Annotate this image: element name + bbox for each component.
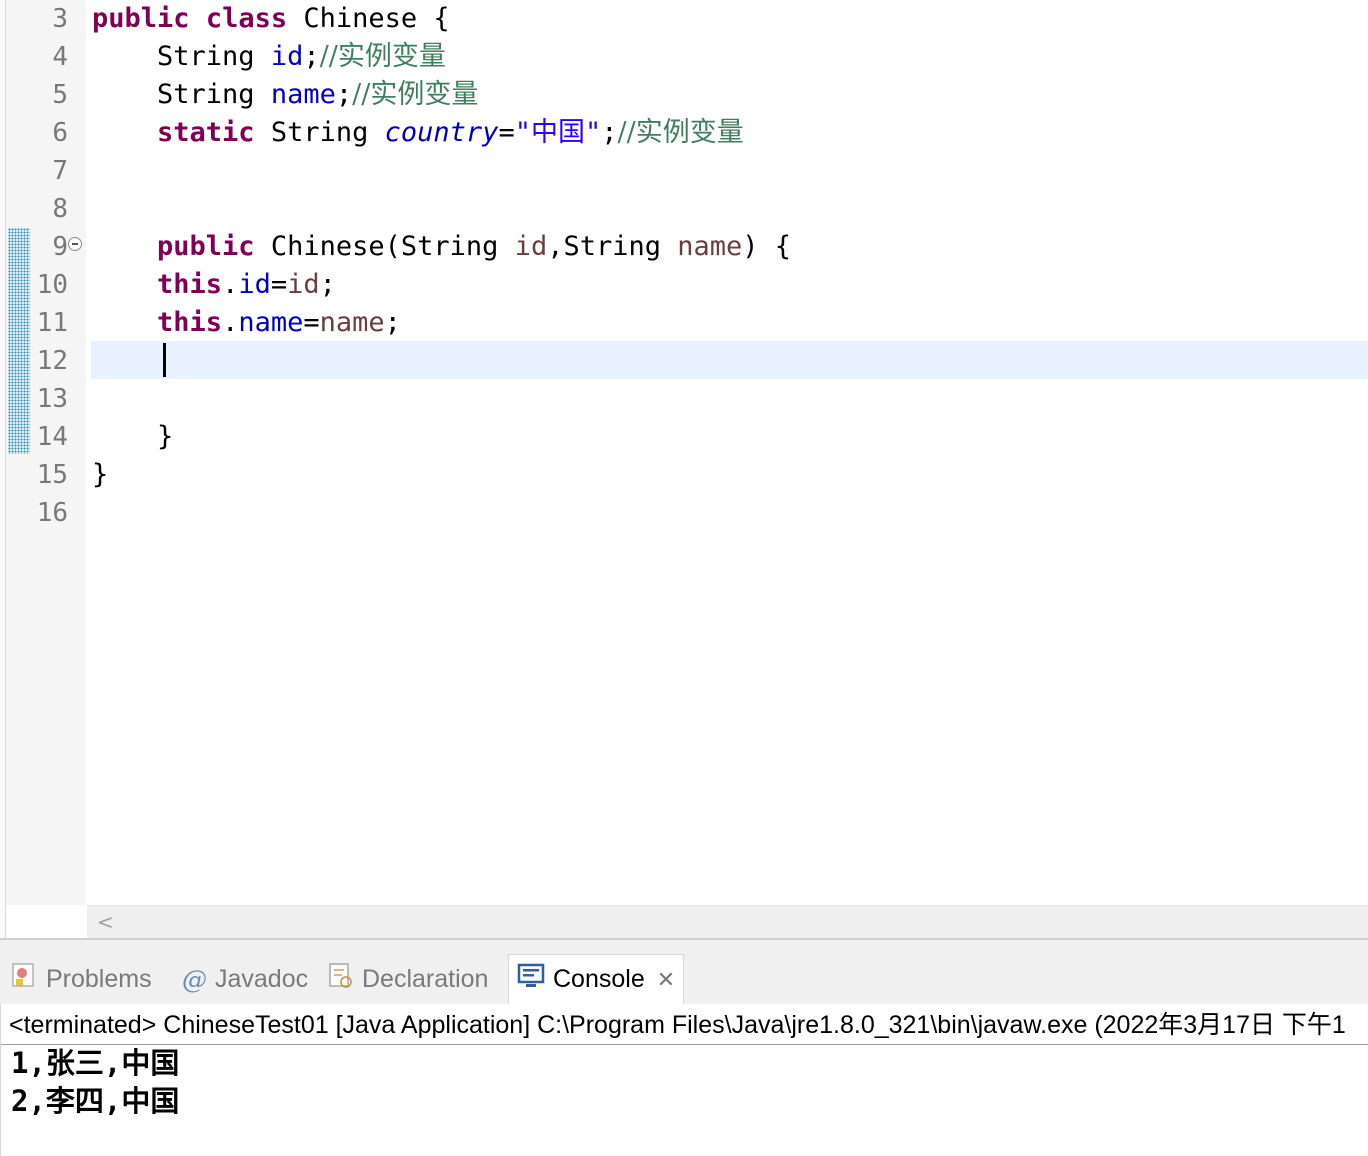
brace: ) { xyxy=(742,231,792,262)
collapse-fold-icon[interactable] xyxy=(68,237,82,251)
brace: } xyxy=(157,421,174,452)
semicolon: ; xyxy=(601,117,618,148)
declaration-icon xyxy=(328,962,354,997)
scroll-left-icon[interactable]: < xyxy=(97,906,114,938)
tab-label: Problems xyxy=(46,964,152,993)
field-name: name xyxy=(270,79,336,110)
close-icon[interactable]: ✕ xyxy=(657,967,675,993)
line-number: 7 xyxy=(52,156,68,186)
type-name: String xyxy=(157,79,255,110)
keyword: public xyxy=(157,231,255,262)
current-line-highlight xyxy=(91,341,1368,379)
semicolon: ; xyxy=(303,41,320,72)
code-line-10[interactable]: this.id=id; xyxy=(92,266,336,304)
console-output-line: 2,李四,中国 xyxy=(11,1084,180,1118)
line-number: 4 xyxy=(52,42,68,72)
class-name: Chinese xyxy=(303,3,418,34)
line-number: 6 xyxy=(52,118,68,148)
constructor-signature: Chinese(String xyxy=(270,231,499,262)
parameter-name: id xyxy=(514,231,548,262)
semicolon: ; xyxy=(335,79,353,110)
line-number: 13 xyxy=(36,384,68,414)
line-number: 8 xyxy=(52,194,68,224)
line-number: 11 xyxy=(36,308,68,338)
keyword: static xyxy=(157,117,255,148)
divider xyxy=(1,1044,1368,1045)
parameter-name: name xyxy=(677,231,743,262)
keyword: public xyxy=(92,3,190,34)
keyword: this xyxy=(157,307,223,338)
semicolon: ; xyxy=(384,307,401,338)
line-number: 9 xyxy=(52,232,68,262)
panel-separator[interactable] xyxy=(0,940,1368,954)
horizontal-scrollbar[interactable]: < xyxy=(87,905,1368,938)
comment: //实例变量 xyxy=(352,79,479,110)
code-line-4[interactable]: String id;//实例变量 xyxy=(92,38,446,76)
tab-label: Javadoc xyxy=(215,964,309,993)
field-name: id xyxy=(270,41,304,72)
line-number: 10 xyxy=(36,270,68,300)
type-name: String xyxy=(157,41,255,72)
code-line-11[interactable]: this.name=name; xyxy=(92,304,401,342)
tab-label: Declaration xyxy=(362,964,489,993)
keyword: class xyxy=(205,3,288,34)
tab-label: Console xyxy=(553,965,645,993)
parameter-name: id xyxy=(287,269,320,300)
text-cursor xyxy=(163,343,166,377)
code-editor[interactable]: 3 4 5 6 7 8 9 10 11 12 13 14 15 16 publi… xyxy=(0,0,1368,940)
console-icon xyxy=(517,963,545,996)
tab-declaration[interactable]: Declaration xyxy=(328,954,488,1004)
assign-operator: = xyxy=(303,307,320,338)
console-output-line: 1,张三,中国 xyxy=(11,1046,180,1080)
assign-operator: = xyxy=(498,117,515,148)
semicolon: ; xyxy=(319,269,336,300)
string-literal: "中国" xyxy=(514,117,602,148)
line-number: 15 xyxy=(36,460,68,490)
line-number: 3 xyxy=(52,4,68,34)
tab-problems[interactable]: Problems xyxy=(10,954,152,1004)
tab-console[interactable]: Console ✕ xyxy=(508,954,685,1004)
code-line-6[interactable]: static String country="中国";//实例变量 xyxy=(92,114,744,152)
keyword: this xyxy=(157,269,223,300)
line-number: 14 xyxy=(36,422,68,452)
line-number: 16 xyxy=(36,498,68,528)
code-line-3[interactable]: public class Chinese { xyxy=(92,0,450,38)
code-line-15[interactable]: } xyxy=(92,456,108,494)
field-name: name xyxy=(238,307,304,338)
static-field-name: country xyxy=(384,117,499,148)
comment: //实例变量 xyxy=(319,41,446,72)
brace: { xyxy=(433,3,450,34)
problems-icon xyxy=(10,962,38,997)
code-line-14[interactable]: } xyxy=(92,418,173,456)
line-number: 12 xyxy=(36,346,68,376)
code-line-9[interactable]: public Chinese(String id,String name) { xyxy=(92,228,791,266)
assign-operator: = xyxy=(270,269,288,300)
tab-javadoc[interactable]: @ Javadoc xyxy=(182,954,308,1004)
console-view[interactable]: <terminated> ChineseTest01 [Java Applica… xyxy=(0,1004,1368,1156)
at-sign-icon: @ xyxy=(182,964,207,994)
view-tab-bar: Problems @ Javadoc Declaration Console ✕ xyxy=(0,954,1368,1004)
parameter-name: name xyxy=(319,307,385,338)
dot: . xyxy=(222,269,239,300)
parameter-type: ,String xyxy=(547,231,661,262)
code-line-5[interactable]: String name;//实例变量 xyxy=(92,76,478,114)
dot: . xyxy=(222,307,239,338)
console-process-status: <terminated> ChineseTest01 [Java Applica… xyxy=(9,1011,1346,1039)
line-number: 5 xyxy=(52,80,68,110)
brace: } xyxy=(92,459,109,490)
type-name: String xyxy=(270,117,369,148)
field-name: id xyxy=(238,269,271,300)
comment: //实例变量 xyxy=(617,117,744,148)
